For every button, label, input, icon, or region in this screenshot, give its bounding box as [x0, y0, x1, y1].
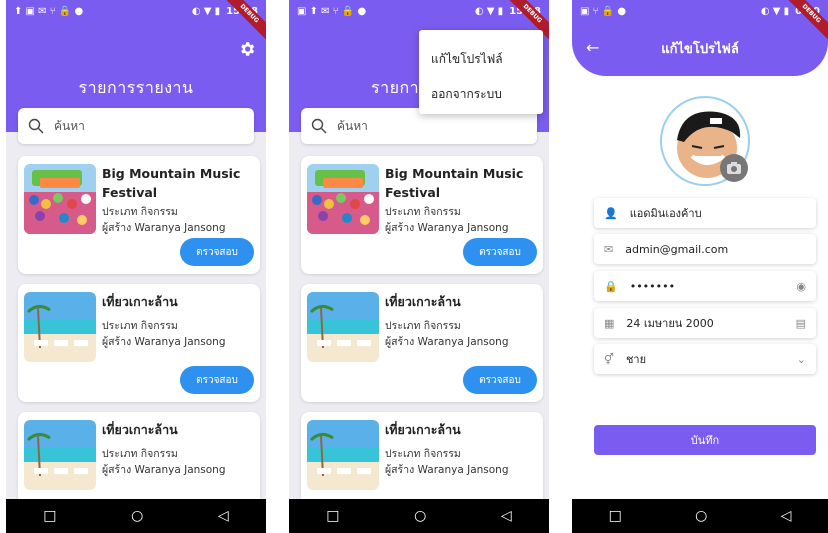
save-button[interactable]: บันทึก — [594, 425, 816, 455]
name-field[interactable]: 👤 แอดมินเองค้าบ — [594, 198, 816, 228]
beach-thumbnail — [24, 420, 96, 490]
chevron-down-icon: ⌄ — [796, 352, 806, 366]
beach-thumbnail — [24, 292, 96, 362]
card-creator: ผู้สร้าง Waranya Jansong — [385, 336, 509, 348]
check-button[interactable]: ตรวจสอบ — [180, 238, 254, 266]
beach-thumbnail — [307, 420, 379, 490]
card-title: เที่ยวเกาะล้าน — [102, 294, 178, 309]
android-nav-bar: □ ○ ◁ — [289, 499, 549, 533]
card-title: เที่ยวเกาะล้าน — [102, 422, 178, 437]
check-button[interactable]: ตรวจสอบ — [463, 366, 537, 394]
status-bar: ⬆ ▣ ✉ ⑂ 🔒 ● ◐ ▼ ▮ 15:18 — [6, 0, 266, 22]
recents-icon[interactable]: □ — [43, 508, 56, 524]
card-creator: ผู้สร้าง Waranya Jansong — [102, 222, 226, 234]
card-creator: ผู้สร้าง Waranya Jansong — [102, 464, 226, 476]
birthday-value: 24 เมษายน 2000 — [626, 317, 714, 330]
back-icon[interactable]: ◁ — [501, 508, 512, 524]
email-field[interactable]: ✉ admin@gmail.com — [594, 234, 816, 264]
report-card[interactable]: Big Mountain Music Festival ประเภท กิจกร… — [301, 156, 543, 274]
cake-icon: ▦ — [604, 316, 615, 330]
mail-icon: ✉ — [604, 242, 614, 256]
search-icon — [28, 118, 44, 134]
report-card[interactable]: Big Mountain Music Festival ประเภท กิจกร… — [18, 156, 260, 274]
home-icon[interactable]: ○ — [131, 508, 143, 524]
card-title: Big Mountain Music Festival — [385, 166, 524, 200]
recents-icon[interactable]: □ — [609, 508, 622, 524]
menu-item-edit-profile[interactable]: แก้ไขโปรไฟล์ — [431, 50, 503, 69]
gender-select[interactable]: ⚥ ชาย ⌄ — [594, 344, 816, 374]
name-value: แอดมินเองค้าบ — [629, 207, 702, 220]
check-button[interactable]: ตรวจสอบ — [463, 238, 537, 266]
notification-icons: ▣ ⑂ 🔒 ● — [580, 5, 627, 17]
gear-icon[interactable] — [238, 40, 256, 58]
festival-thumbnail — [24, 164, 96, 234]
gender-icon: ⚥ — [604, 352, 614, 366]
password-field[interactable]: 🔒 ••••••• ◉ — [594, 271, 816, 301]
card-type: ประเภท กิจกรรม — [385, 448, 461, 460]
beach-thumbnail — [307, 292, 379, 362]
card-type: ประเภท กิจกรรม — [102, 206, 178, 218]
email-value: admin@gmail.com — [625, 242, 729, 256]
report-list-screen: ⬆ ▣ ✉ ⑂ 🔒 ● ◐ ▼ ▮ 15:18 DEBUG รายการรายง… — [6, 0, 266, 533]
card-title: Big Mountain Music Festival — [102, 166, 241, 200]
report-card[interactable]: เที่ยวเกาะล้าน ประเภท กิจกรรม ผู้สร้าง W… — [18, 284, 260, 402]
card-creator: ผู้สร้าง Waranya Jansong — [102, 336, 226, 348]
person-icon: 👤 — [604, 206, 618, 220]
android-nav-bar: □ ○ ◁ — [6, 499, 266, 533]
card-type: ประเภท กิจกรรม — [102, 448, 178, 460]
back-icon[interactable]: ◁ — [781, 508, 792, 524]
gender-value: ชาย — [625, 353, 647, 366]
card-type: ประเภท กิจกรรม — [102, 320, 178, 332]
signal-icons: ◐ ▼ ▮ — [191, 5, 221, 17]
check-button[interactable]: ตรวจสอบ — [180, 366, 254, 394]
festival-thumbnail — [307, 164, 379, 234]
notification-icons: ▣ ⬆ ✉ ⑂ 🔒 ● — [297, 5, 367, 17]
search-placeholder: ค้นหา — [337, 118, 368, 133]
menu-item-logout[interactable]: ออกจากระบบ — [431, 85, 502, 104]
page-title: รายการรายงาน — [78, 78, 194, 97]
visibility-off-icon[interactable]: ◉ — [796, 280, 806, 293]
password-value: ••••••• — [629, 279, 676, 293]
home-icon[interactable]: ○ — [414, 508, 426, 524]
notification-icons: ⬆ ▣ ✉ ⑂ 🔒 ● — [14, 5, 84, 17]
settings-menu: แก้ไขโปรไฟล์ ออกจากระบบ — [419, 30, 543, 114]
search-input[interactable]: ค้นหา — [18, 108, 254, 144]
card-title: เที่ยวเกาะล้าน — [385, 422, 461, 437]
signal-icons: ◐ ▼ ▮ — [474, 5, 504, 17]
lock-icon: 🔒 — [604, 279, 618, 293]
card-creator: ผู้สร้าง Waranya Jansong — [385, 222, 509, 234]
page-title: แก้ไขโปรไฟล์ — [661, 42, 739, 57]
status-bar: ▣ ⑂ 🔒 ● ◐ ▼ ▮ 04:0 — [572, 0, 828, 22]
calendar-icon[interactable]: ▤ — [796, 317, 806, 330]
recents-icon[interactable]: □ — [326, 508, 339, 524]
edit-profile-screen: ▣ ⑂ 🔒 ● ◐ ▼ ▮ 04:0 DEBUG ← แก้ไขโปรไฟล์ … — [572, 0, 828, 533]
status-bar: ▣ ⬆ ✉ ⑂ 🔒 ● ◐ ▼ ▮ 15:18 — [289, 0, 549, 22]
card-creator: ผู้สร้าง Waranya Jansong — [385, 464, 509, 476]
card-type: ประเภท กิจกรรม — [385, 320, 461, 332]
signal-icons: ◐ ▼ ▮ — [760, 5, 790, 17]
card-title: เที่ยวเกาะล้าน — [385, 294, 461, 309]
card-type: ประเภท กิจกรรม — [385, 206, 461, 218]
android-nav-bar: □ ○ ◁ — [572, 499, 828, 533]
report-card[interactable]: เที่ยวเกาะล้าน ประเภท กิจกรรม ผู้สร้าง W… — [301, 284, 543, 402]
report-list-menu-screen: ▣ ⬆ ✉ ⑂ 🔒 ● ◐ ▼ ▮ 15:18 DEBUG รายการร ค้… — [289, 0, 549, 533]
search-placeholder: ค้นหา — [54, 118, 85, 133]
back-icon[interactable]: ◁ — [218, 508, 229, 524]
home-icon[interactable]: ○ — [695, 508, 707, 524]
camera-icon[interactable] — [720, 154, 748, 182]
search-icon — [311, 118, 327, 134]
birthday-field[interactable]: ▦ 24 เมษายน 2000 ▤ — [594, 308, 816, 338]
